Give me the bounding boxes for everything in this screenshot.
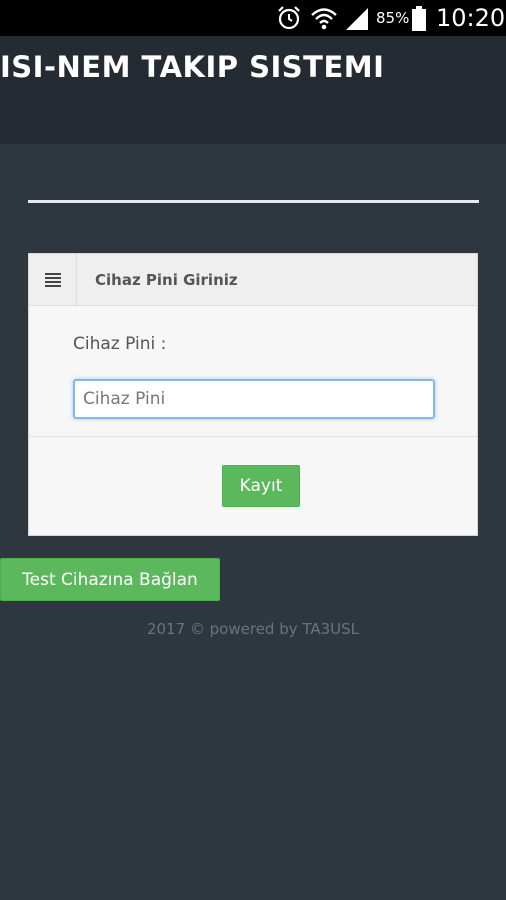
save-button[interactable]: Kayıt [222, 465, 300, 507]
panel-header: Cihaz Pini Giriniz [29, 254, 477, 306]
battery-percent: 85% [376, 9, 410, 27]
footer-credit: 2017 © powered by TA3USL [146, 620, 360, 638]
wifi-icon [311, 8, 337, 30]
battery-icon [412, 6, 426, 31]
panel-footer-divider [29, 436, 477, 437]
alarm-icon [278, 6, 300, 30]
connect-test-device-button[interactable]: Test Cihazına Bağlan [0, 558, 220, 601]
divider [28, 200, 479, 203]
clock: 10:20 [436, 4, 506, 32]
app-title: ISI-NEM TAKIP SISTEMI [0, 50, 385, 84]
hamburger-menu-icon [45, 273, 61, 287]
menu-cell [29, 254, 77, 305]
app-header: ISI-NEM TAKIP SISTEMI [0, 36, 506, 144]
pin-panel: Cihaz Pini Giriniz Cihaz Pini : Kayıt [28, 253, 478, 536]
status-bar: 85% 10:20 [0, 0, 506, 36]
panel-title: Cihaz Pini Giriniz [95, 271, 238, 289]
pin-field-label: Cihaz Pini : [73, 334, 167, 354]
signal-icon [346, 8, 368, 30]
pin-input[interactable] [73, 379, 435, 419]
